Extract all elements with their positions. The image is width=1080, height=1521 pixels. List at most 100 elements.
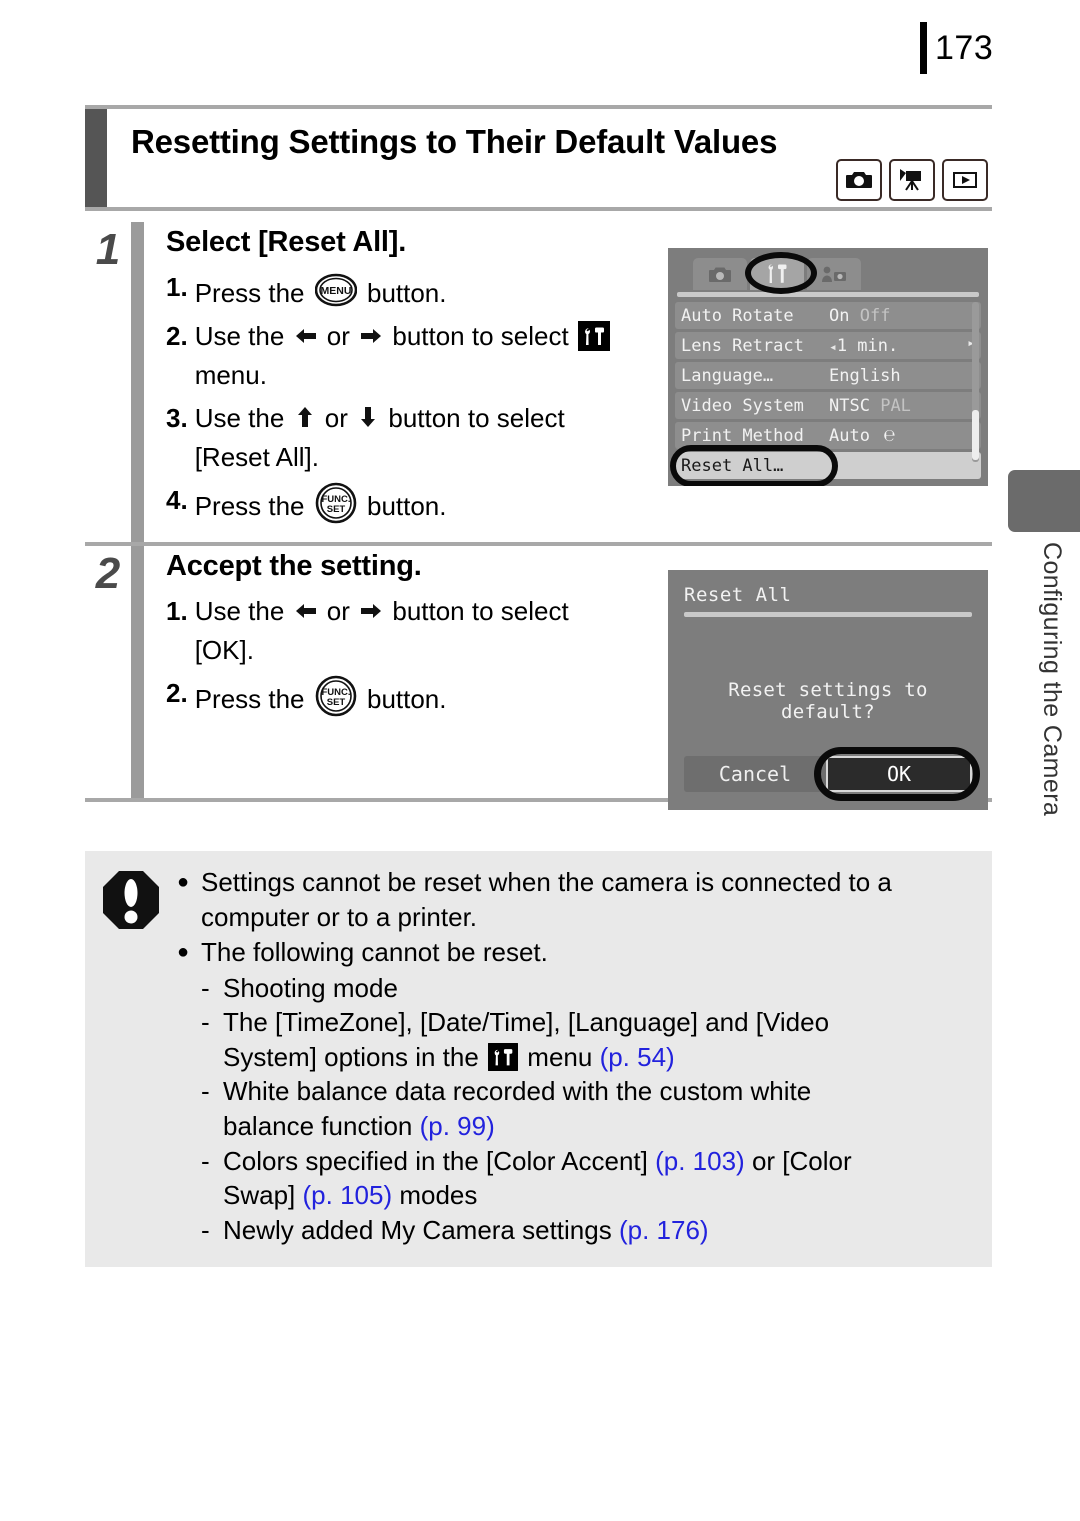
step-1-substep-4: 4. Press the FUNC. SET button. [166,482,711,525]
note-line: computer or to a printer. [201,901,478,932]
menu-row-label: Language… [681,365,774,386]
note-line: Shooting mode [223,972,398,1003]
step-2-substep-1: 1. Use the or button to select [OK]. [166,593,711,669]
tools-menu-icon [577,320,610,351]
menu-row-value-alt: PAL [880,395,911,416]
conjunction: or [326,320,350,351]
step-2-heading: Accept the setting. [166,550,422,583]
substep-text: Press the [194,490,305,521]
header-accent-bar [85,109,107,207]
note-line: Settings cannot be reset when the camera… [201,867,892,897]
section-header: Resetting Settings to Their Default Valu… [85,105,992,211]
step-1-number: 1 [95,225,121,274]
note-dash-timezone: - The [TimeZone], [Date/Time], [Language… [201,1005,976,1074]
substep-number: 3. [166,402,188,433]
dash-marker: - [201,1076,210,1107]
bullet-dot-icon: ● [177,941,190,964]
note-line: The [TimeZone], [Date/Time], [Language] … [223,1007,830,1038]
step-2-bar [131,546,144,799]
menu-row-video-system[interactable]: Video System NTSC PAL [675,392,981,419]
substep-line2: [OK]. [194,635,254,666]
camera-setup-menu-screenshot: Auto Rotate On Off Lens Retract ◂1 min. … [668,248,988,486]
menu-row-language[interactable]: Language… English [675,362,981,389]
dash-marker: - [201,1214,210,1245]
substep-number: 1. [166,272,188,302]
down-arrow-icon [357,402,379,439]
menu-row-value-alt: Off [859,305,891,326]
my-camera-menu-tab[interactable] [807,258,861,290]
menu-row-auto-rotate[interactable]: Auto Rotate On Off [675,302,981,329]
substep-line2: [Reset All]. [194,441,319,472]
page-number: 173 [935,29,994,67]
chapter-tab-label: Configuring the Camera [1038,542,1066,817]
menu-row-reset-all[interactable]: Reset All… [670,445,981,486]
shooting-menu-tab[interactable] [693,258,747,290]
substep-number: 2. [166,320,188,351]
page-number-rule [920,22,927,74]
menu-button-icon: MENU [314,269,357,311]
substep-text: Use the [194,402,285,433]
menu-row-lens-retract[interactable]: Lens Retract ◂1 min. ▸ [675,332,981,359]
note-line: modes [399,1180,478,1211]
dialog-title: Reset All [684,584,792,606]
note-line: menu [527,1041,593,1072]
page-reference-link[interactable]: (p. 54) [600,1042,675,1072]
substep-text-mid: button to select [392,596,569,627]
menu-row-label: Auto Rotate [681,305,794,326]
page-number-block: 173 [920,22,993,74]
cancel-button[interactable]: Cancel [684,756,826,792]
right-arrow-icon [359,320,383,357]
mode-icon-group [836,159,988,201]
dash-marker: - [201,1007,210,1038]
note-line: The following cannot be reset. [201,937,548,968]
still-camera-icon [836,159,882,201]
page-reference-link[interactable]: (p. 176) [619,1215,709,1245]
step-1-heading: Select [Reset All]. [166,226,407,258]
ok-button[interactable]: OK [826,756,972,792]
menu-row-label: Reset All… [681,455,784,476]
bullet-dot-icon: ● [177,871,190,893]
conjunction: or [324,402,348,433]
note-line: Colors specified in the [Color Accent] [223,1145,648,1176]
menu-row-label: Lens Retract [681,335,804,356]
substep-line2: menu. [194,359,267,390]
note-bullet-1: ● Settings cannot be reset when the came… [177,865,976,934]
dialog-button-row: Cancel OK [684,756,972,792]
substep-text: Use the [194,596,285,627]
step-2-number: 2 [95,549,121,599]
substep-number: 2. [166,678,188,709]
note-bullet-2: ● The following cannot be reset. [177,935,976,970]
dialog-message: Reset settings to default? [728,679,928,723]
header-bottom-rule [85,207,992,211]
svg-text:SET: SET [327,697,346,708]
note-line: White balance data recorded with the cus… [223,1076,812,1107]
func-set-button-icon: FUNC. SET [315,675,357,717]
dialog-title-rule [684,612,972,617]
value-left-arrow-icon: ◂ [829,339,837,355]
page-reference-link[interactable]: (p. 103) [655,1146,745,1176]
note-line: System] options in the [223,1041,479,1072]
menu-scrollbar-thumb[interactable] [972,410,979,460]
menu-row-value: NTSC [829,395,870,416]
reset-all-dialog-screenshot: Reset All Reset settings to default? Can… [668,570,988,810]
tools-menu-icon [488,1042,519,1071]
substep-text: Press the [194,278,305,308]
right-arrow-icon [359,595,383,632]
substep-text-tail: button. [366,278,447,308]
note-dash-color-accent: - Colors specified in the [Color Accent]… [201,1144,976,1213]
menu-row-value: English [829,365,901,386]
dash-marker: - [201,1145,210,1176]
step-1-bar [131,222,144,543]
page-reference-link[interactable]: (p. 99) [420,1111,495,1141]
note-line: or [Color [751,1145,852,1176]
page-title: Resetting Settings to Their Default Valu… [131,123,778,160]
menu-scrollbar-track[interactable] [972,302,979,462]
left-arrow-icon [294,320,318,357]
page-reference-link[interactable]: (p. 105) [303,1180,393,1210]
setup-menu-tab[interactable] [750,258,804,290]
menu-row-print-method[interactable]: Print Method Auto ℮ [675,422,981,449]
substep-text: Use the [194,320,285,351]
chapter-tab-marker [1008,470,1080,532]
step-1-substep-3: 3. Use the or button to select [Reset Al… [166,400,711,476]
substep-text-mid: button to select [392,320,569,351]
